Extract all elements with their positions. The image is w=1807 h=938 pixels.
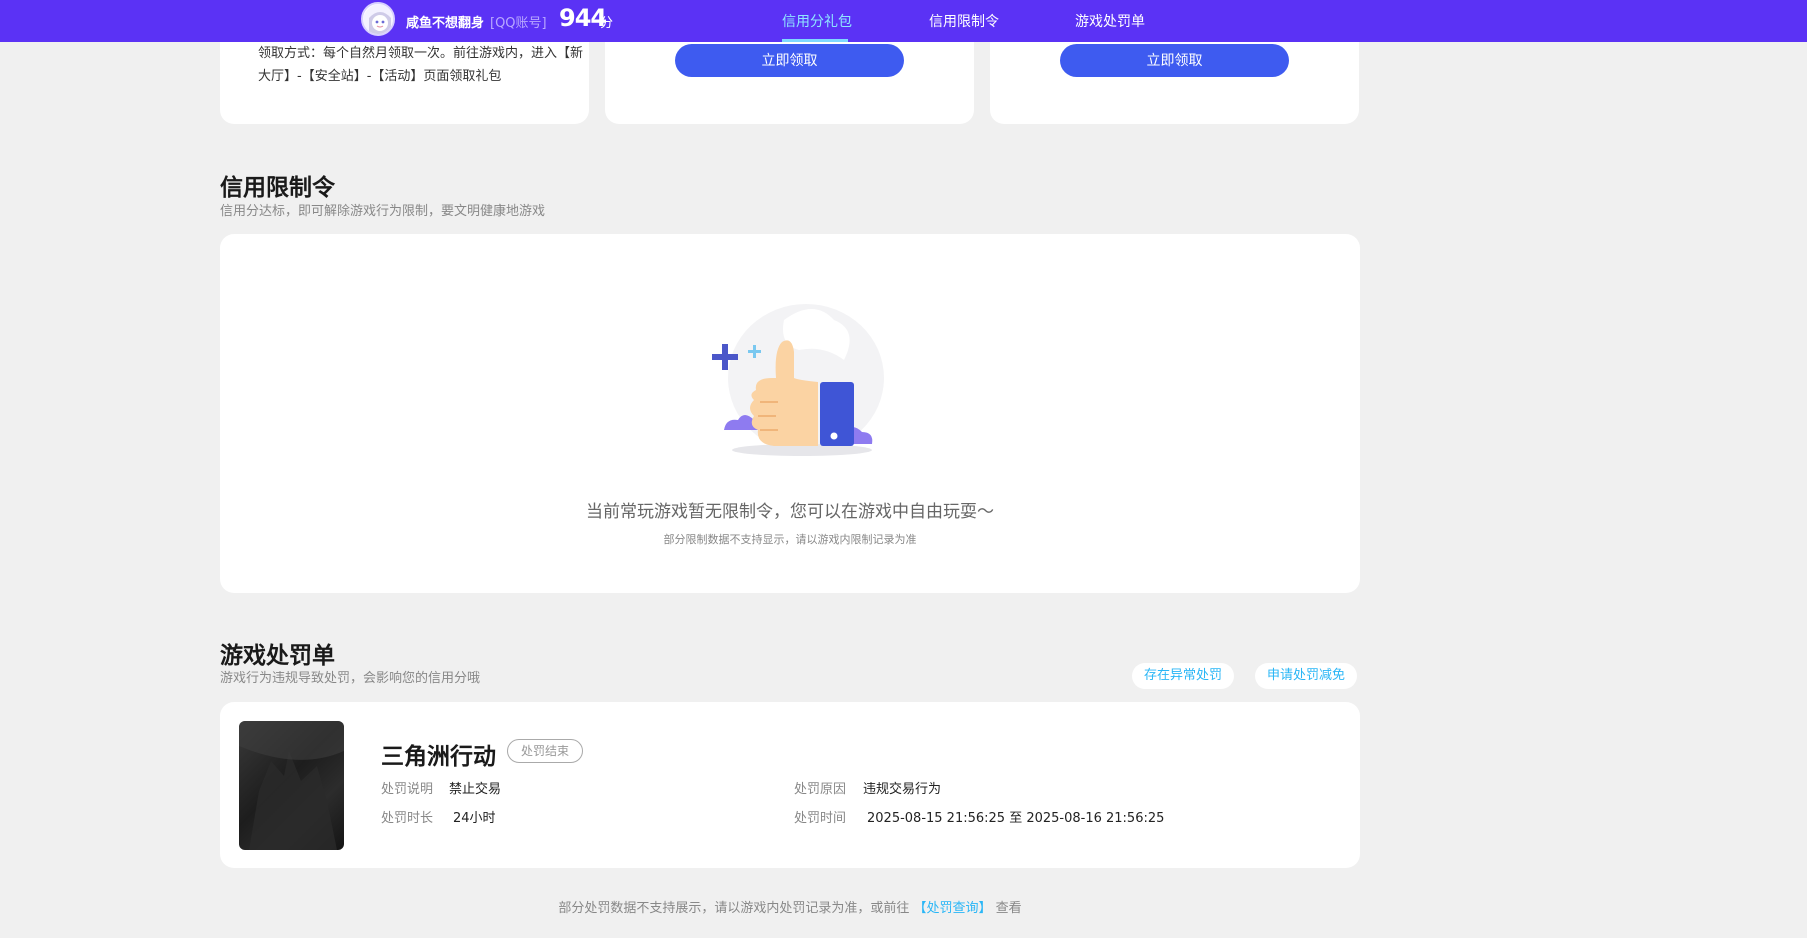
penalty-time-value: 2025-08-15 21:56:25 至 2025-08-16 21:56:2… [867,811,1165,826]
top-navbar: 咸鱼不想翻身 [QQ账号] 944 分 信用分礼包 信用限制令 游戏处罚单 [0,0,1807,42]
thumbs-up-icon [694,290,894,470]
nav-tab-game-penalty[interactable]: 游戏处罚单 [1075,11,1145,31]
footer-note-prefix: 部分处罚数据不支持展示，请以游戏内处罚记录为准，或前往 [558,901,910,916]
game-name: 三角洲行动 [381,744,496,770]
restriction-card: 当前常玩游戏暂无限制令，您可以在游戏中自由玩耍～ 部分限制数据不支持显示，请以游… [220,234,1360,593]
abnormal-penalty-button[interactable]: 存在异常处罚 [1132,663,1235,689]
penalty-time-label: 处罚时间 [794,811,847,826]
penalty-footer-note: 部分处罚数据不支持展示，请以游戏内处罚记录为准，或前往 【处罚查询】 查看 [0,897,1580,916]
claim-gift-button-2[interactable]: 立即领取 [675,44,904,77]
status-badge: 处罚结束 [507,739,584,763]
penalty-query-link[interactable]: 【处罚查询】 [913,901,991,916]
restriction-section-title: 信用限制令 [220,175,335,201]
penalty-reason-value: 违规交易行为 [863,782,942,797]
penalty-section-title: 游戏处罚单 [220,643,335,669]
user-nickname: 咸鱼不想翻身 [406,16,485,31]
empty-state-note: 部分限制数据不支持显示，请以游戏内限制记录为准 [663,533,917,546]
game-thumbnail [239,721,344,850]
penalty-section-subtitle: 游戏行为违规导致处罚，会影响您的信用分哦 [220,671,481,686]
claim-gift-button-3[interactable]: 立即领取 [1060,44,1289,77]
apply-penalty-reduction-button[interactable]: 申请处罚减免 [1255,663,1358,689]
avatar[interactable] [361,2,395,36]
penalty-reason-label: 处罚原因 [794,782,847,797]
nav-tab-credit-gift[interactable]: 信用分礼包 [782,11,852,31]
empty-state-message: 当前常玩游戏暂无限制令，您可以在游戏中自由玩耍～ [586,502,994,522]
gift-claim-instructions: 领取方式：每个自然月领取一次。前往游戏内，进入【新大厅】-【安全站】-【活动】页… [258,46,584,84]
penalty-record-card: 三角洲行动 处罚结束 处罚说明 禁止交易 处罚时长 24小时 处罚原因 违规交易… [220,702,1360,868]
account-type-tag: [QQ账号] [490,16,547,31]
penalty-desc-value: 禁止交易 [449,782,502,797]
penalty-duration-label: 处罚时长 [381,811,434,826]
nav-tab-credit-restriction[interactable]: 信用限制令 [929,11,999,31]
penalty-duration-value: 24小时 [453,811,496,826]
active-tab-indicator [782,39,848,42]
credit-score-unit: 分 [600,16,614,31]
penalty-desc-label: 处罚说明 [381,782,434,797]
restriction-section-subtitle: 信用分达标，即可解除游戏行为限制，要文明健康地游戏 [220,204,546,219]
footer-note-suffix: 查看 [995,901,1022,916]
